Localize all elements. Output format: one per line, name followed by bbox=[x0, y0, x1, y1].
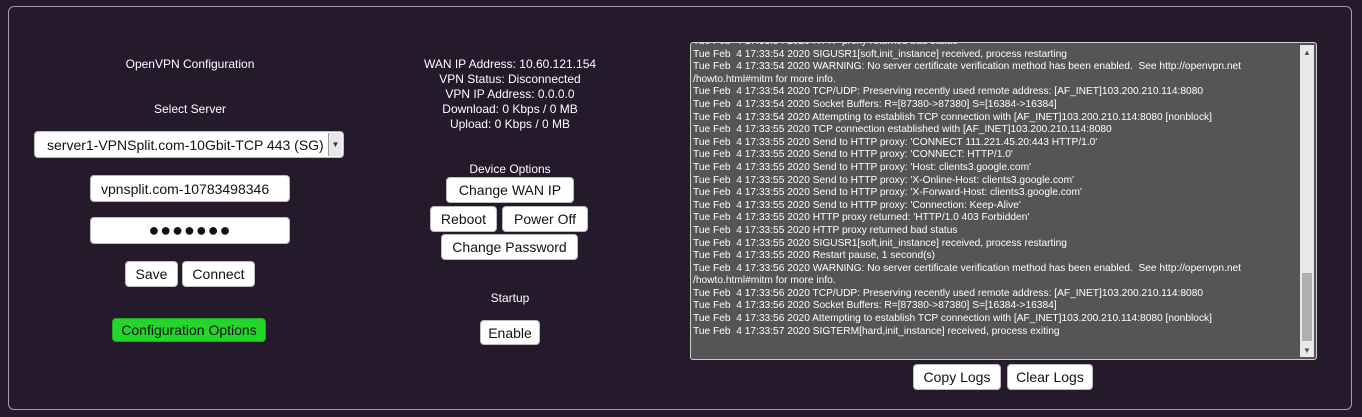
scroll-thumb[interactable] bbox=[1302, 273, 1312, 341]
log-line: Tue Feb 4 17:33:55 2020 Send to HTTP pro… bbox=[693, 199, 1021, 211]
device-options-title: Device Options bbox=[469, 162, 551, 176]
config-title: OpenVPN Configuration bbox=[125, 57, 255, 71]
copy-logs-button[interactable]: Copy Logs bbox=[913, 364, 1001, 390]
log-line: /howto.html#mitm for more info. bbox=[693, 275, 836, 287]
connect-button[interactable]: Connect bbox=[182, 261, 255, 287]
select-server-label: Select Server bbox=[153, 102, 227, 116]
enable-startup-button[interactable]: Enable bbox=[480, 320, 540, 345]
upload-text: Upload: 0 Kbps / 0 MB bbox=[449, 117, 571, 131]
log-line: Tue Feb 4 17:33:56 2020 TCP/UDP: Preserv… bbox=[693, 287, 1204, 299]
log-line: Tue Feb 4 17:33:57 2020 SIGTERM[hard,ini… bbox=[693, 325, 1060, 337]
change-wan-ip-button[interactable]: Change WAN IP bbox=[446, 177, 574, 203]
clear-logs-button[interactable]: Clear Logs bbox=[1007, 364, 1093, 390]
server-select-value: server1-VPNSplit.com-10Gbit-TCP 443 (SG) bbox=[47, 137, 324, 153]
power-off-button[interactable]: Power Off bbox=[502, 206, 588, 232]
log-line: Tue Feb 4 17:33:55 2020 TCP connection e… bbox=[693, 124, 1112, 136]
log-line: Tue Feb 4 17:33:54 2020 WARNING: No serv… bbox=[693, 61, 1241, 73]
log-lines: Tue Feb 4 17:33:54 2020 HTTP proxy retur… bbox=[693, 43, 1297, 338]
password-field[interactable]: ●●●●●●● bbox=[90, 217, 290, 244]
change-password-button[interactable]: Change Password bbox=[441, 234, 578, 260]
log-line: Tue Feb 4 17:33:56 2020 Socket Buffers: … bbox=[693, 300, 1057, 312]
server-select[interactable]: server1-VPNSplit.com-10Gbit-TCP 443 (SG)… bbox=[34, 131, 344, 158]
chevron-down-icon[interactable]: ▼ bbox=[328, 133, 342, 156]
configuration-options-button[interactable]: Configuration Options bbox=[112, 318, 266, 342]
log-line: Tue Feb 4 17:33:54 2020 Socket Buffers: … bbox=[693, 98, 1057, 110]
log-line: Tue Feb 4 17:33:55 2020 Restart pause, 1… bbox=[693, 250, 936, 262]
log-line: Tue Feb 4 17:33:54 2020 Attempting to es… bbox=[693, 111, 1212, 123]
username-field[interactable]: vpnsplit.com-10783498346 bbox=[90, 175, 290, 202]
log-line: Tue Feb 4 17:33:54 2020 SIGUSR1[soft,ini… bbox=[693, 48, 1067, 60]
log-line: Tue Feb 4 17:33:55 2020 Send to HTTP pro… bbox=[693, 136, 1098, 148]
download-text: Download: 0 Kbps / 0 MB bbox=[442, 102, 578, 116]
log-line: Tue Feb 4 17:33:54 2020 HTTP proxy retur… bbox=[693, 43, 1297, 49]
log-line: Tue Feb 4 17:33:55 2020 Send to HTTP pro… bbox=[693, 174, 1075, 186]
openvpn-config-section: OpenVPN Configuration Select Server serv… bbox=[0, 0, 380, 417]
log-line: Tue Feb 4 17:33:55 2020 SIGUSR1[soft,ini… bbox=[693, 237, 1067, 249]
status-section: WAN IP Address: 10.60.121.154 VPN Status… bbox=[380, 0, 640, 417]
startup-label: Startup bbox=[490, 291, 530, 305]
vpn-ip-text: VPN IP Address: 0.0.0.0 bbox=[445, 87, 575, 101]
log-line: Tue Feb 4 17:33:55 2020 Send to HTTP pro… bbox=[693, 161, 1032, 173]
vpn-status-text: VPN Status: Disconnected bbox=[439, 72, 581, 86]
log-line: Tue Feb 4 17:33:55 2020 Send to HTTP pro… bbox=[693, 187, 1082, 199]
reboot-button[interactable]: Reboot bbox=[430, 206, 497, 232]
log-line: Tue Feb 4 17:33:55 2020 Send to HTTP pro… bbox=[693, 149, 1013, 161]
log-line: Tue Feb 4 17:33:55 2020 HTTP proxy retur… bbox=[693, 212, 1030, 224]
log-line: /howto.html#mitm for more info. bbox=[693, 73, 836, 85]
log-line: Tue Feb 4 17:33:54 2020 TCP/UDP: Preserv… bbox=[693, 86, 1204, 98]
scroll-down-icon[interactable]: ▼ bbox=[1300, 343, 1314, 357]
scroll-up-icon[interactable]: ▲ bbox=[1300, 45, 1314, 59]
log-line: Tue Feb 4 17:33:56 2020 Attempting to es… bbox=[693, 313, 1212, 325]
log-viewer[interactable]: Tue Feb 4 17:33:54 2020 HTTP proxy retur… bbox=[690, 42, 1317, 360]
log-scrollbar[interactable]: ▲ ▼ bbox=[1300, 45, 1314, 357]
log-line: Tue Feb 4 17:33:56 2020 WARNING: No serv… bbox=[693, 262, 1241, 274]
save-button[interactable]: Save bbox=[125, 261, 178, 287]
log-line: Tue Feb 4 17:33:55 2020 HTTP proxy retur… bbox=[693, 224, 958, 236]
wan-ip-text: WAN IP Address: 10.60.121.154 bbox=[423, 57, 597, 71]
